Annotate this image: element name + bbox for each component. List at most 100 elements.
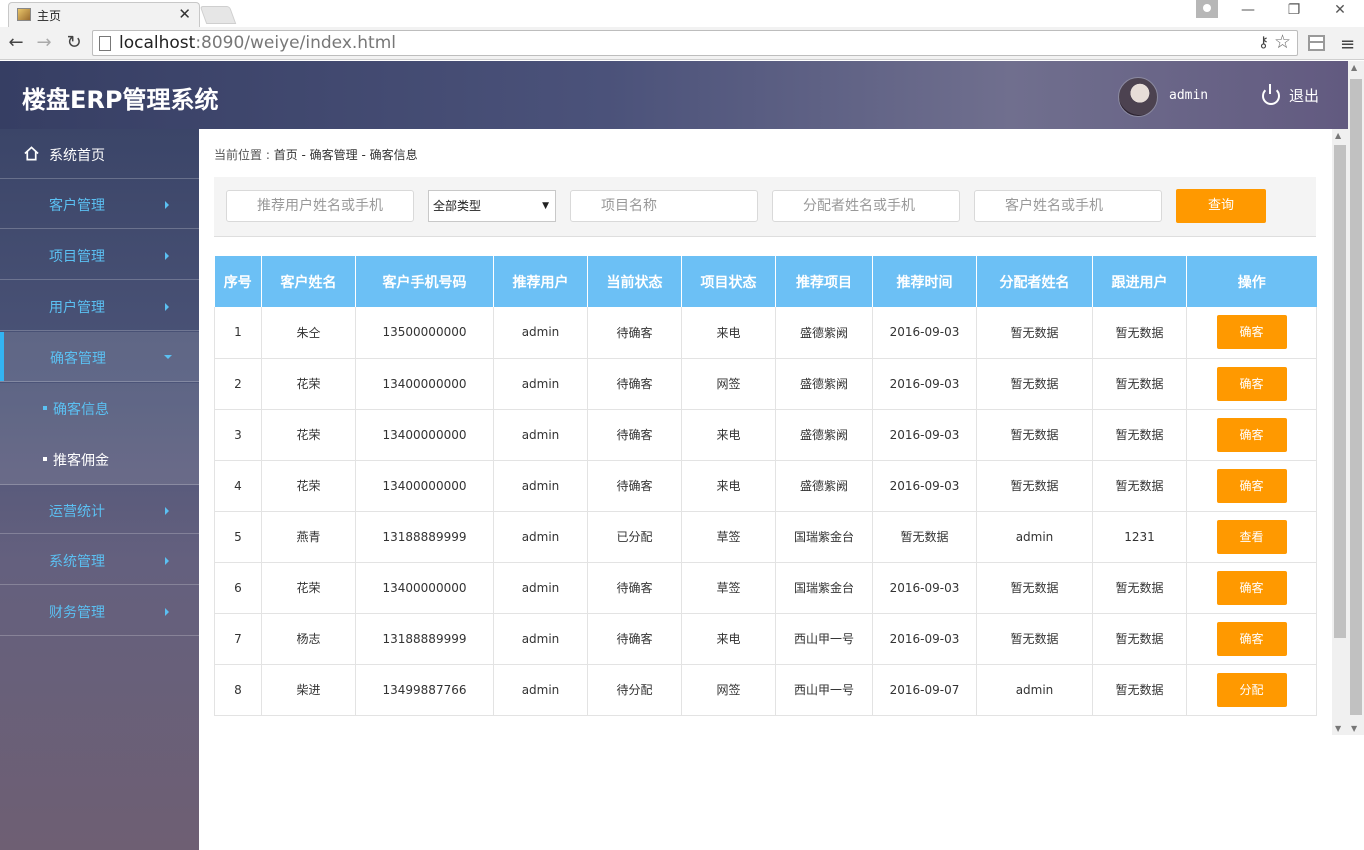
row-action-button[interactable]: 确客 [1216,417,1287,452]
cell-status: 待确客 [587,307,682,359]
url-path: :8090/weiye/index.html [195,33,397,53]
row-action-button[interactable]: 确客 [1216,315,1287,350]
sidebar-item-finance[interactable]: 财务管理 [0,586,199,636]
scrollbar-thumb[interactable] [1334,145,1346,638]
sidebar-item-customers[interactable]: 客户管理 [0,179,199,229]
project-search-input[interactable]: 项目名称 [570,190,758,222]
content-scrollbar[interactable]: ▲ ▼ [1332,129,1348,735]
column-header: 客户姓名 [261,256,356,307]
page-scrollbar[interactable]: ▲ ▼ [1348,61,1364,735]
cell-referrer: admin [493,460,588,512]
type-select[interactable]: 全部类型 ▼ [428,190,556,222]
scroll-down-icon[interactable]: ▼ [1335,724,1341,733]
cell-phone: 13500000000 [355,307,494,359]
window-close-button[interactable]: ✕ [1325,2,1355,18]
customer-search-input[interactable]: 客户姓名或手机 [974,190,1162,222]
referrer-search-input[interactable]: 推荐用户姓名或手机 [226,190,414,222]
row-action-button[interactable]: 确客 [1216,621,1287,656]
table-header-row: 序号 客户姓名 客户手机号码 推荐用户 当前状态 项目状态 推荐项目 推荐时间 … [214,256,1317,307]
cell-follower: 暂无数据 [1092,307,1187,359]
chevron-right-icon [165,303,169,311]
browser-tabbar: 主页 ✕ — ❐ ✕ [0,0,1364,27]
scroll-down-icon[interactable]: ▼ [1351,724,1357,733]
url-input[interactable]: localhost:8090/weiye/index.html ⚷ ☆ [92,30,1298,56]
minimize-button[interactable]: — [1233,2,1263,18]
key-icon[interactable]: ⚷ [1258,33,1269,51]
table-row: 4 花荣 13400000000 admin 待确客 来电 盛德紫阙 2016-09-03 暂无… [214,460,1317,512]
row-action-button[interactable]: 分配 [1216,672,1287,707]
chevron-right-icon [165,252,169,260]
sidebar-subitem-label: 确客信息 [53,402,109,418]
menu-icon[interactable]: ≡ [1340,34,1355,55]
assigner-search-input[interactable]: 分配者姓名或手机 [772,190,960,222]
chevron-down-icon [164,355,172,359]
row-action-button[interactable]: 查看 [1216,519,1287,554]
breadcrumb: 当前位置 : 首页 - 确客管理 - 确客信息 [214,146,418,163]
cell-action: 确客 [1186,358,1317,410]
extension-icon[interactable] [1308,35,1325,51]
sidebar-item-home[interactable]: 系统首页 [0,129,199,179]
cell-follower: 1231 [1092,511,1187,563]
cell-phone: 13188889999 [355,613,494,665]
reload-icon[interactable]: ↻ [62,33,86,53]
cell-no: 2 [214,358,262,410]
row-action-button[interactable]: 确客 [1216,570,1287,605]
profile-icon[interactable] [1196,0,1218,18]
tab-title: 主页 [37,9,62,23]
sidebar-subitem-confirm-info[interactable]: 确客信息 [0,383,199,434]
bullet-icon [43,406,47,410]
sidebar-item-system[interactable]: 系统管理 [0,535,199,585]
query-button[interactable]: 查询 [1176,189,1266,223]
breadcrumb-path: 首页 - 确客管理 - 确客信息 [273,148,418,162]
cell-phone: 13400000000 [355,358,494,410]
sidebar-item-label: 系统管理 [49,554,105,570]
scrollbar-thumb[interactable] [1350,79,1362,715]
cell-action: 确客 [1186,562,1317,614]
browser-tab[interactable]: 主页 ✕ [8,2,200,27]
sidebar-item-statistics[interactable]: 运营统计 [0,484,199,534]
sidebar-subitem-commission[interactable]: 推客佣金 [0,434,199,485]
column-header: 推荐用户 [493,256,588,307]
cell-follower: 暂无数据 [1092,664,1187,716]
table-row: 3 花荣 13400000000 admin 待确客 来电 盛德紫阙 2016-09-03 暂无… [214,409,1317,461]
cell-phone: 13400000000 [355,562,494,614]
avatar[interactable] [1118,77,1158,117]
logout-link[interactable]: 退出 [1289,85,1319,106]
power-icon[interactable] [1262,84,1280,105]
username[interactable]: admin [1169,88,1208,103]
new-tab-button[interactable] [199,6,237,24]
main-content: 当前位置 : 首页 - 确客管理 - 确客信息 推荐用户姓名或手机 全部类型 ▼… [199,129,1332,850]
address-bar: ← → ↻ localhost:8090/weiye/index.html ⚷ … [0,27,1364,60]
column-header: 操作 [1186,256,1317,307]
sidebar-item-label: 项目管理 [49,249,105,265]
cell-no: 4 [214,460,262,512]
cell-name: 花荣 [261,562,356,614]
sidebar-item-label: 系统首页 [49,148,105,164]
caret-down-icon: ▼ [542,201,549,211]
tab-close-button[interactable]: ✕ [178,5,191,23]
cell-referrer: admin [493,664,588,716]
star-icon[interactable]: ☆ [1274,31,1291,53]
breadcrumb-prefix: 当前位置 : [214,148,274,162]
sidebar-item-projects[interactable]: 项目管理 [0,230,199,280]
cell-project-status: 网签 [681,664,776,716]
scroll-up-icon[interactable]: ▲ [1335,131,1341,140]
cell-assigner: admin [976,664,1093,716]
sidebar-item-confirm-customers[interactable]: 确客管理 [0,332,199,382]
sidebar-item-users[interactable]: 用户管理 [0,281,199,331]
cell-phone: 13400000000 [355,409,494,461]
row-action-button[interactable]: 确客 [1216,468,1287,503]
scroll-up-icon[interactable]: ▲ [1351,63,1357,72]
cell-action: 分配 [1186,664,1317,716]
column-header: 当前状态 [587,256,682,307]
cell-project: 盛德紫阙 [775,409,873,461]
cell-follower: 暂无数据 [1092,409,1187,461]
filter-area: 推荐用户姓名或手机 全部类型 ▼ 项目名称 分配者姓名或手机 客户姓名或手机 查… [214,177,1316,237]
sidebar-subitem-label: 推客佣金 [53,453,109,469]
forward-icon[interactable]: → [32,33,56,53]
restore-button[interactable]: ❐ [1279,2,1309,18]
row-action-button[interactable]: 确客 [1216,366,1287,401]
cell-no: 1 [214,307,262,359]
cell-time: 2016-09-03 [872,460,977,512]
back-icon[interactable]: ← [4,33,28,53]
